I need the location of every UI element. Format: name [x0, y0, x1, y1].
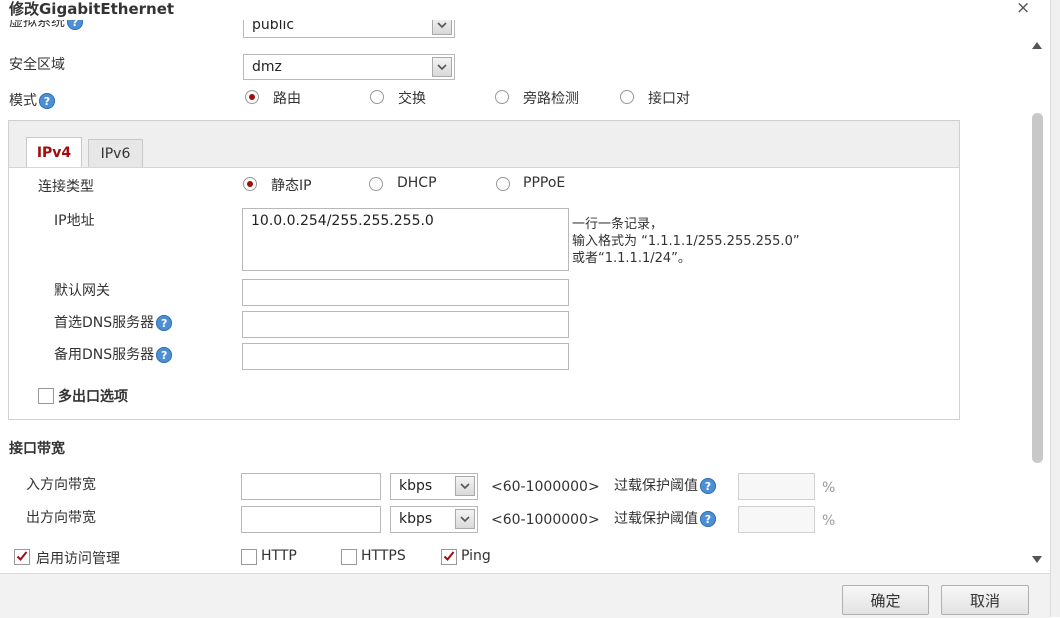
ip-address-value: 10.0.0.254/255.255.255.0 [251, 213, 434, 229]
mode-radio-bypass[interactable] [495, 90, 509, 104]
dns1-input[interactable] [242, 311, 569, 338]
access-mgmt-label: 启用访问管理 [36, 551, 120, 567]
inbound-input[interactable] [241, 473, 381, 500]
close-icon[interactable]: × [1016, 0, 1030, 18]
tab-ipv6[interactable]: IPv6 [88, 139, 143, 167]
ip-address-textarea[interactable]: 10.0.0.254/255.255.255.0 [242, 208, 569, 271]
help-icon[interactable]: ? [700, 511, 716, 527]
ping-checkbox[interactable] [441, 549, 457, 565]
multi-exit-label: 多出口选项 [58, 389, 128, 405]
clipped-row: 虚拟系统? public [0, 20, 1028, 40]
conn-radio-pppoe[interactable] [496, 177, 510, 191]
mode-radio-pair[interactable] [620, 90, 634, 104]
chevron-down-icon [455, 476, 475, 496]
mode-option-label: 路由 [273, 91, 301, 107]
bandwidth-section-label: 接口带宽 [9, 441, 65, 457]
mode-radio-switch[interactable] [370, 90, 384, 104]
window-edge [1050, 0, 1060, 617]
scrollbar-thumb[interactable] [1032, 113, 1043, 463]
chevron-down-icon [455, 509, 475, 529]
https-label: HTTPS [361, 548, 406, 564]
help-icon[interactable]: ? [39, 93, 55, 109]
conn-radio-static[interactable] [243, 177, 257, 191]
chevron-down-icon [432, 20, 452, 35]
tab-ipv4[interactable]: IPv4 [26, 137, 82, 167]
ip-hint: 一行一条记录， 输入格式为 “1.1.1.1/255.255.255.0” 或者… [572, 216, 800, 267]
conn-type-label: 连接类型 [38, 179, 94, 195]
inbound-unit-select[interactable]: kbps [390, 473, 478, 500]
help-icon[interactable]: ? [67, 20, 83, 30]
ip-hint-line: 一行一条记录， [572, 217, 664, 232]
tab-bar [9, 121, 959, 168]
outbound-protect-label: 过载保护阈值? [614, 508, 716, 528]
inbound-protect-input[interactable] [738, 473, 815, 500]
dns1-label: 首选DNS服务器? [54, 312, 173, 332]
outbound-input[interactable] [241, 506, 381, 533]
chevron-down-icon [432, 57, 452, 77]
ip-hint-line: 输入格式为 “1.1.1.1/255.255.255.0” [572, 234, 800, 249]
conn-option-label: 静态IP [271, 178, 312, 194]
outbound-range: <60-1000000> [491, 512, 600, 528]
scroll-down-icon[interactable] [1031, 552, 1043, 568]
mode-option-label: 交换 [398, 91, 426, 107]
conn-option-label: PPPoE [523, 175, 566, 191]
http-checkbox[interactable] [241, 549, 257, 565]
conn-radio-dhcp[interactable] [369, 177, 383, 191]
zone-select[interactable]: dmz [243, 54, 455, 80]
dns2-label: 备用DNS服务器? [54, 344, 173, 364]
ip-address-label: IP地址 [54, 213, 95, 229]
access-mgmt-checkbox[interactable] [14, 549, 30, 565]
mode-radio-route[interactable] [245, 90, 259, 104]
mode-option-label: 旁路检测 [523, 91, 579, 107]
help-icon[interactable]: ? [700, 478, 716, 494]
ok-button[interactable]: 确定 [842, 585, 929, 615]
zone-label: 安全区域 [9, 57, 65, 73]
dialog-title: 修改GigabitEthernet [9, 0, 175, 18]
gateway-label: 默认网关 [54, 283, 110, 299]
help-icon[interactable]: ? [156, 347, 173, 363]
https-checkbox[interactable] [341, 549, 357, 565]
scroll-up-icon[interactable] [1031, 38, 1043, 54]
vsys-select[interactable]: public [243, 20, 455, 38]
dns2-input[interactable] [242, 343, 569, 370]
ping-label: Ping [461, 548, 491, 564]
multi-exit-checkbox[interactable] [38, 388, 54, 404]
inbound-range: <60-1000000> [491, 479, 600, 495]
help-icon[interactable]: ? [156, 315, 173, 331]
mode-label: 模式? [9, 90, 55, 110]
conn-option-label: DHCP [397, 175, 437, 191]
inbound-percent: % [822, 480, 836, 496]
outbound-percent: % [822, 513, 836, 529]
http-label: HTTP [261, 548, 297, 564]
inbound-protect-label: 过载保护阈值? [614, 475, 716, 495]
gateway-input[interactable] [242, 279, 569, 306]
outbound-unit-select[interactable]: kbps [390, 506, 478, 533]
ip-hint-line: 或者“1.1.1.1/24”。 [572, 251, 691, 266]
vsys-label: 虚拟系统? [9, 20, 83, 31]
outbound-label: 出方向带宽 [26, 510, 96, 526]
outbound-protect-input[interactable] [738, 506, 815, 533]
mode-option-label: 接口对 [648, 91, 690, 107]
cancel-button[interactable]: 取消 [941, 585, 1029, 615]
inbound-label: 入方向带宽 [26, 477, 96, 493]
